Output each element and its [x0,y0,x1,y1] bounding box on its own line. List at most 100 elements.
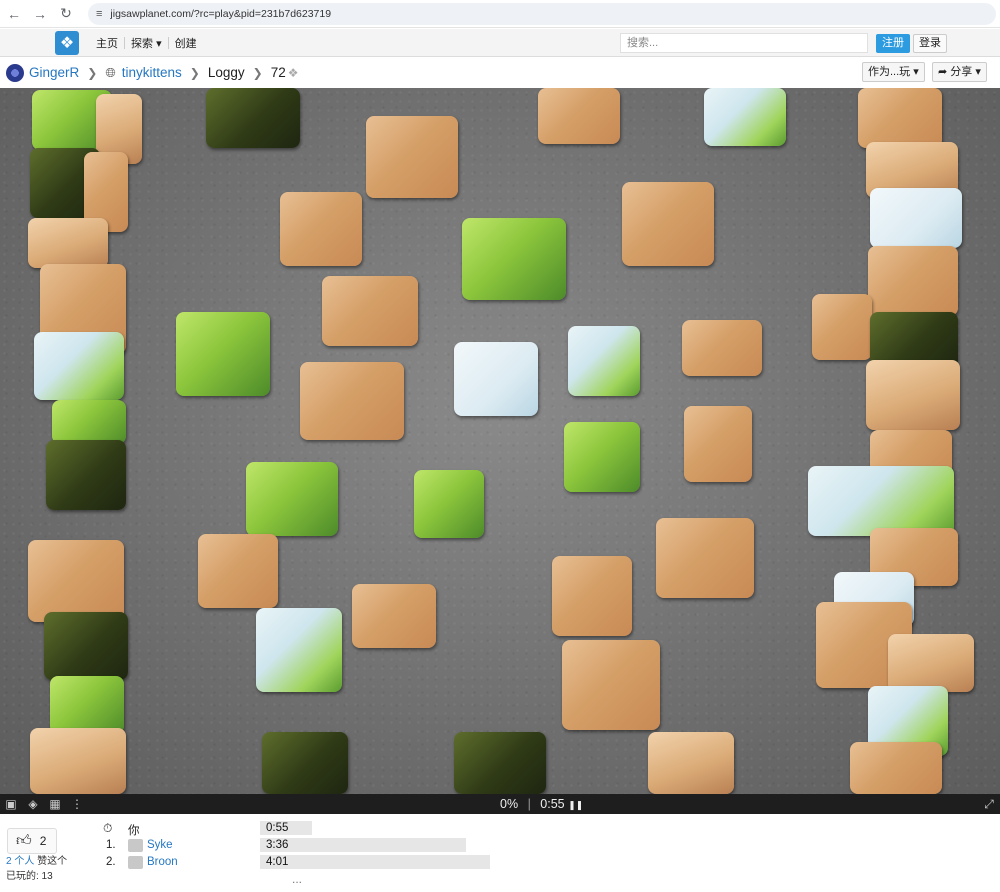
puzzle-piece[interactable] [198,534,278,608]
user-avatar[interactable] [6,63,24,82]
puzzle-piece[interactable] [850,742,942,794]
puzzle-piece[interactable] [866,360,960,430]
show-image-icon[interactable]: ▣ [0,794,22,814]
likers-link[interactable]: 2 个人 [6,856,34,867]
puzzle-piece[interactable] [888,634,974,692]
main-menu: 主页 探索 ▾ 创建 [90,29,203,57]
share-dropdown[interactable]: ➦ 分享 ▾ [932,62,987,82]
puzzle-piece[interactable] [562,640,660,730]
puzzle-piece[interactable] [352,584,436,648]
puzzle-piece[interactable] [280,192,362,266]
puzzle-piece[interactable] [262,732,348,794]
breadcrumb-puzzle: Loggy [207,65,245,80]
breadcrumb: GingerR ❯ 🌐︎ tinykittens ❯ Loggy ❯ 72 ❖ [0,58,1000,87]
stopwatch-icon: ⏱︎ [103,821,113,835]
puzzle-control-bar: ▣ ◈ ▦ ⋮ 0% | 0:55 ❚❚ ⤢ [0,794,1000,814]
register-button[interactable]: 注册 [876,34,910,53]
caret-down-icon: ▾ [156,38,162,50]
ghost-image-icon[interactable]: ◈ [22,794,44,814]
menu-home[interactable]: 主页 [90,35,124,51]
puzzle-piece[interactable] [50,676,124,734]
forward-arrow-icon[interactable]: → [28,2,52,26]
player-name[interactable]: Broon [147,856,178,868]
puzzle-piece[interactable] [682,320,762,376]
puzzle-piece[interactable] [704,88,786,146]
you-label: 你 [128,825,140,837]
puzzle-piece[interactable] [564,422,640,492]
played-count: 已玩的: 13 [6,871,53,882]
rank: 1. [106,839,116,851]
browser-toolbar: ← → ↻ ≡ jigsawplanet.com/?rc=play&pid=23… [0,0,1000,28]
progress-timer: 0% | 0:55 ❚❚ [500,794,583,814]
login-button[interactable]: 登录 [913,34,947,53]
puzzle-piece[interactable] [858,88,942,148]
leaderboard-row: 1. Syke 3:36 [100,837,520,854]
puzzle-piece[interactable] [300,362,404,440]
back-arrow-icon[interactable]: ← [2,2,26,26]
likers-suffix: 赞这个 [37,856,68,867]
puzzle-piece[interactable] [684,406,752,482]
caret-down-icon: ▾ [913,66,919,78]
puzzle-piece[interactable] [176,312,270,396]
puzzle-piece[interactable] [552,556,632,636]
avatar [128,856,143,869]
puzzle-piece[interactable] [868,246,958,316]
more-options-icon[interactable]: ⋮ [66,794,88,814]
player-time: 4:01 [260,855,490,869]
puzzle-piece[interactable] [28,540,124,622]
puzzle-board[interactable] [0,88,1000,794]
site-header: ❖ 主页 探索 ▾ 创建 搜索... 注册 登录 [0,29,1000,57]
puzzle-piece[interactable] [322,276,418,346]
puzzle-piece[interactable] [812,294,872,360]
search-input[interactable]: 搜索... [620,33,868,53]
reload-icon[interactable]: ↻ [54,2,78,26]
puzzle-piece[interactable] [648,732,734,794]
puzzle-piece[interactable] [44,612,128,680]
site-settings-icon[interactable]: ≡ [96,8,102,20]
puzzle-piece[interactable] [656,518,754,598]
puzzle-piece[interactable] [34,332,124,400]
puzzle-piece[interactable] [30,728,126,794]
puzzle-piece[interactable] [46,440,126,510]
progress-percent: 0% [500,797,519,811]
puzzle-piece[interactable] [206,88,300,148]
puzzle-piece[interactable] [462,218,566,300]
rank: 2. [106,856,116,868]
puzzle-piece[interactable] [622,182,714,266]
puzzle-piece[interactable] [568,326,640,396]
puzzle-piece[interactable] [538,88,620,144]
puzzle-piece[interactable] [414,470,484,538]
puzzle-piece[interactable] [28,218,108,268]
jigsaw-logo-icon[interactable]: ❖ [55,31,79,55]
pause-icon[interactable]: ❚❚ [568,800,583,810]
menu-create[interactable]: 创建 [169,35,203,51]
leaderboard: ⏱︎ 你 0:55 1. Syke 3:36 2. Broon 4:01 [100,820,520,871]
status-separator: | [527,797,531,811]
breadcrumb-user[interactable]: GingerR [29,65,79,80]
play-as-label: 作为...玩 [868,66,911,78]
you-time: 0:55 [260,821,312,835]
address-bar[interactable]: ≡ jigsawplanet.com/?rc=play&pid=231b7d62… [88,2,996,25]
puzzle-piece[interactable] [256,608,342,692]
menu-explore-label: 探索 [131,38,153,50]
puzzle-piece[interactable] [454,732,546,794]
puzzle-info-panel: 👍︎ 2 2 个人 赞这个 已玩的: 13 ⏱︎ 你 0:55 1. Syke … [0,814,1000,892]
fullscreen-icon[interactable]: ⤢ [978,794,1000,814]
like-button[interactable]: 👍︎ 2 [7,828,57,854]
piece-count: 72 [270,65,286,80]
breadcrumb-folder[interactable]: tinykittens [122,65,182,80]
puzzle-piece[interactable] [366,116,458,198]
player-time: 3:36 [260,838,466,852]
puzzle-piece[interactable] [246,462,338,536]
menu-explore[interactable]: 探索 ▾ [125,35,168,51]
player-name[interactable]: Syke [147,839,173,851]
puzzle-piece[interactable] [52,400,126,444]
show-more-button[interactable]: ... [292,872,302,886]
play-as-dropdown[interactable]: 作为...玩 ▾ [862,62,925,82]
puzzle-piece[interactable] [454,342,538,416]
like-count: 2 [39,834,47,848]
puzzle-piece[interactable] [870,188,962,248]
scatter-grid-icon[interactable]: ▦ [44,794,66,814]
chevron-right-icon: ❯ [189,65,200,80]
puzzle-piece[interactable] [808,466,954,536]
